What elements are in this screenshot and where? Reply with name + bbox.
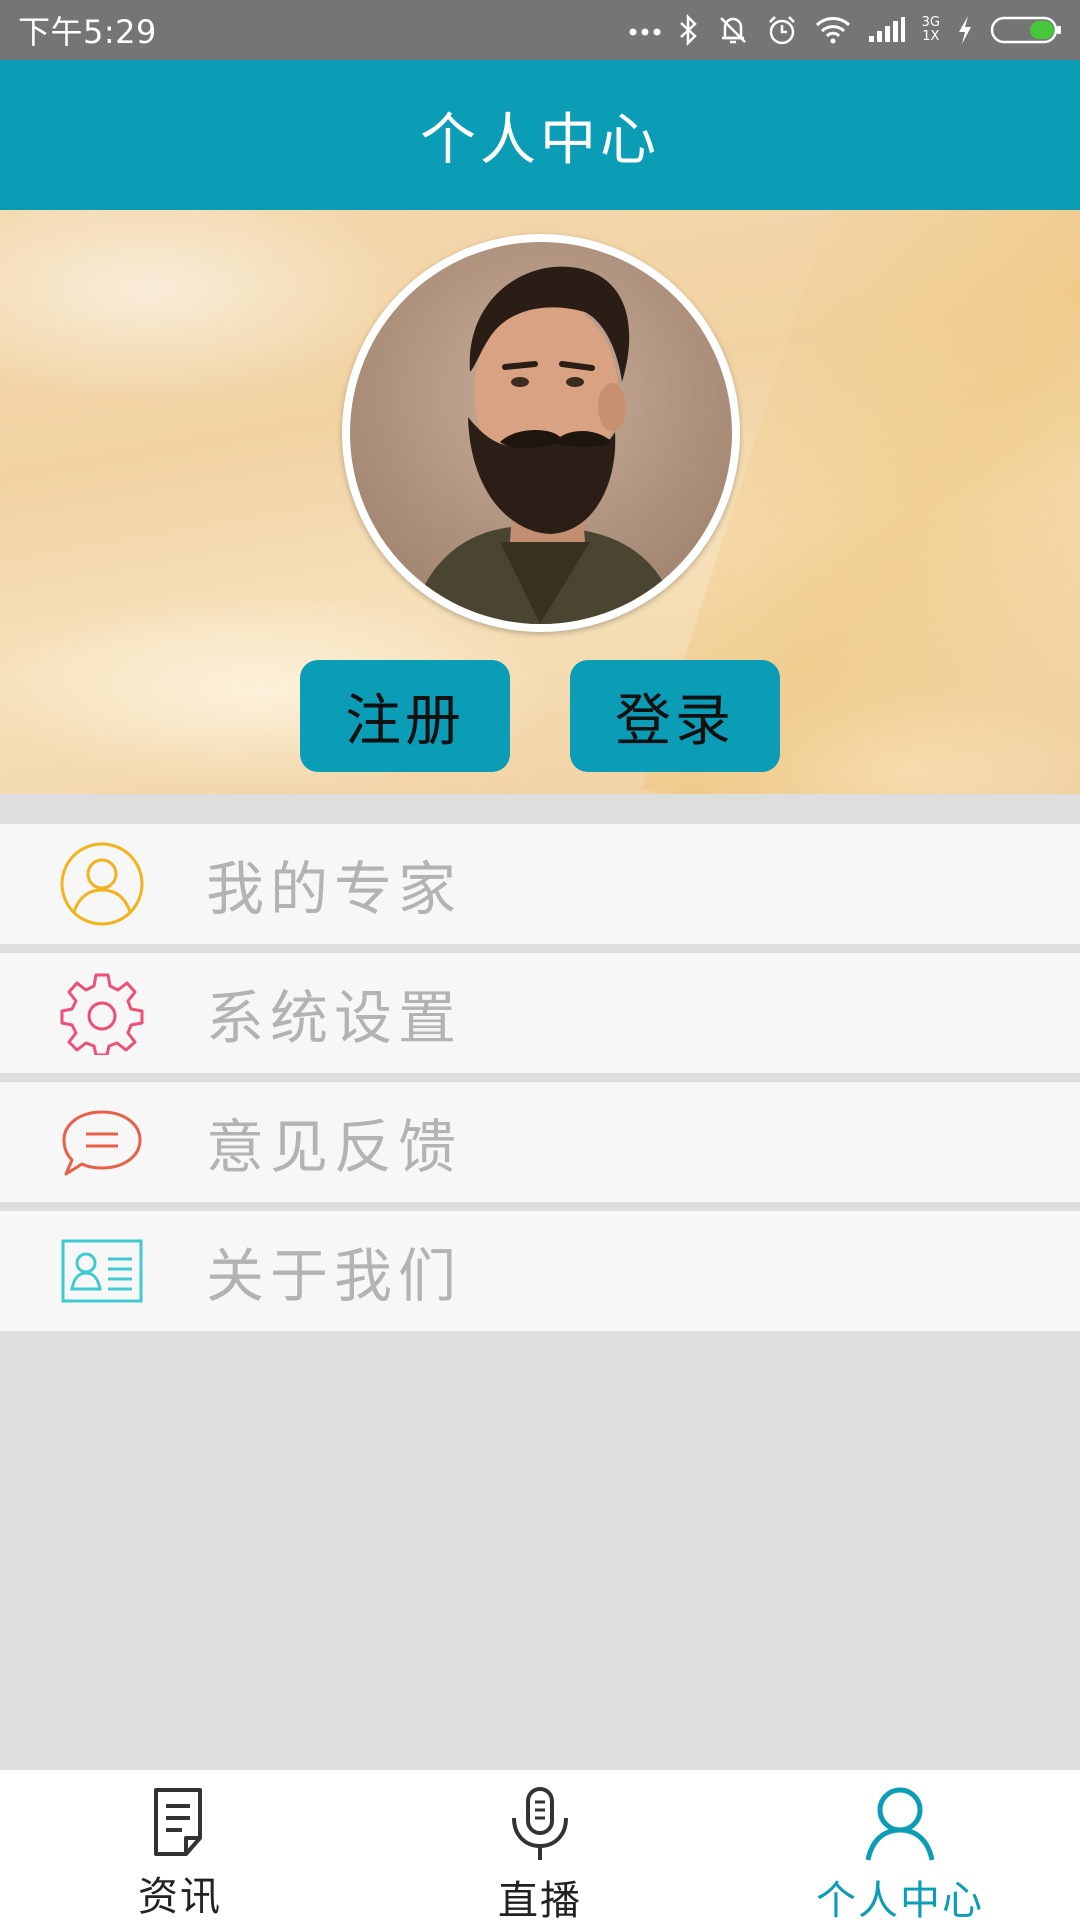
status-time: 下午5:29 xyxy=(18,13,157,51)
status-icons: 3G 1X xyxy=(628,14,1062,46)
expert-user-icon xyxy=(60,842,144,926)
network-type-top: 3G xyxy=(921,15,940,30)
battery-icon xyxy=(990,16,1061,44)
title-bar: 个人中心 xyxy=(0,60,1080,210)
feedback-chat-icon xyxy=(60,1100,144,1184)
menu-item-label: 系统设置 xyxy=(206,984,463,1052)
wifi-icon xyxy=(815,17,850,44)
page-title: 个人中心 xyxy=(420,107,660,173)
charging-bolt-icon xyxy=(959,16,971,44)
register-button[interactable]: 注册 xyxy=(300,660,510,772)
more-dots-icon xyxy=(629,28,661,36)
login-button[interactable]: 登录 xyxy=(570,660,780,772)
tab-label: 资讯 xyxy=(138,1874,222,1920)
profile-user-icon xyxy=(864,1786,936,1862)
mute-vibrate-icon xyxy=(719,17,746,44)
tab-live[interactable]: 直播 xyxy=(360,1770,720,1920)
profile-banner: 注册 登录 xyxy=(0,210,1080,794)
bluetooth-icon xyxy=(679,14,697,46)
avatar-frame[interactable] xyxy=(342,234,740,632)
signal-icon xyxy=(868,17,905,42)
avatar[interactable] xyxy=(350,242,732,624)
tab-news[interactable]: 资讯 xyxy=(0,1770,360,1920)
gear-icon xyxy=(60,971,144,1055)
menu-item-feedback[interactable]: 意见反馈 xyxy=(0,1082,1080,1202)
menu-item-label: 我的专家 xyxy=(206,855,463,923)
avatar-image xyxy=(350,242,732,624)
alarm-clock-icon xyxy=(768,16,795,45)
news-document-icon xyxy=(150,1786,210,1858)
bottom-nav: 资讯 直播 个人中心 xyxy=(0,1770,1080,1920)
menu-item-my-experts[interactable]: 我的专家 xyxy=(0,824,1080,944)
tab-label: 直播 xyxy=(498,1878,582,1920)
menu-list: 我的专家 系统设置 意见反馈 关于我们 xyxy=(0,824,1080,1340)
tab-profile[interactable]: 个人中心 xyxy=(720,1770,1080,1920)
about-id-card-icon xyxy=(60,1229,144,1313)
menu-item-about-us[interactable]: 关于我们 xyxy=(0,1211,1080,1331)
network-type: 3G 1X xyxy=(922,16,940,44)
microphone-icon xyxy=(508,1786,572,1862)
tab-label: 个人中心 xyxy=(816,1878,984,1920)
status-bar: 下午5:29 3G 1X xyxy=(0,0,1080,60)
network-type-bottom: 1X xyxy=(922,29,940,44)
menu-item-label: 意见反馈 xyxy=(206,1113,463,1181)
auth-buttons: 注册 登录 xyxy=(0,660,1080,772)
menu-item-system-settings[interactable]: 系统设置 xyxy=(0,953,1080,1073)
menu-item-label: 关于我们 xyxy=(206,1242,463,1310)
